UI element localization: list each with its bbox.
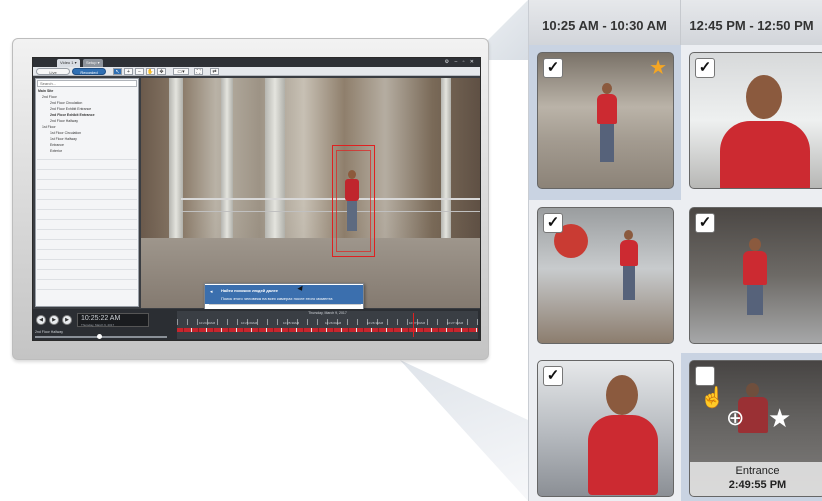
person-figure [618, 230, 640, 302]
timeline-tick: 10:26:00AM [325, 321, 342, 325]
layout-select-icon[interactable]: ▭▾ [173, 68, 189, 75]
timeline-tick: 10:24:30AM [199, 321, 216, 325]
result-thumbnail[interactable]: ☝ ⊕ ★ Entrance 2:49:55 PM [689, 360, 822, 497]
window-controls[interactable]: ⚙ – ▫ ✕ [445, 59, 476, 65]
camera-video-view[interactable] [141, 78, 480, 308]
person-figure [588, 375, 658, 495]
app-toolbar: Live Recorded ↖ + − ✋ ✥ ▭▾ ⛶ ⇄ [33, 67, 480, 76]
app-tab-bar: Video 1 ▾ Setup ▾ ⚙ – ▫ ✕ [33, 58, 480, 67]
people-forward-icon: ◂ [210, 289, 213, 295]
select-checkbox[interactable]: ✓ [695, 213, 715, 233]
current-date: Thursday, March 9, 2017 [81, 323, 115, 327]
timeline-tick: 10:27:00AM [409, 321, 426, 325]
timeline-tick: 10:27:30AM [447, 321, 464, 325]
tree-divider [37, 159, 137, 160]
ptz-tool-icon[interactable]: ✥ [157, 68, 166, 75]
step-forward-icon[interactable]: ▶ [62, 315, 72, 325]
hand-cursor-icon: ☝ [700, 387, 725, 409]
person-figure [740, 238, 770, 318]
timeline-bar: ◀ ▶ ▶ 10:25:22 AM Thursday, March 9, 201… [33, 309, 480, 340]
tree-divider [37, 229, 137, 230]
timeline-track[interactable]: Thursday, March 9, 2017 10:24:30AM 10:25… [177, 311, 478, 339]
tree-divider [37, 259, 137, 260]
person-figure [720, 75, 810, 188]
tab-setup[interactable]: Setup ▾ [83, 59, 103, 67]
thumbnail-camera-name: Entrance [735, 465, 780, 477]
menu-item-find-similar-people-after[interactable]: ◂ Найти похожих людей далее Поиск этого … [205, 285, 363, 304]
person-figure [594, 83, 620, 163]
timeline-playhead[interactable] [413, 313, 414, 337]
camera-search-input[interactable]: Search... [37, 80, 137, 87]
star-icon[interactable]: ★ [768, 403, 791, 434]
scene-railing [181, 198, 480, 212]
tree-divider [37, 239, 137, 240]
tab-label: Video 1 [60, 60, 74, 65]
tracking-box-inner [336, 150, 371, 252]
perspective-wedge-bottom [400, 360, 528, 501]
select-checkbox[interactable]: ✓ [695, 58, 715, 78]
recorded-mode-button[interactable]: Recorded [72, 68, 106, 75]
pointer-tool-icon[interactable]: ↖ [113, 68, 122, 75]
pan-tool-icon[interactable]: ✋ [146, 68, 155, 75]
result-thumbnail[interactable]: ✓ [689, 52, 822, 189]
menu-item-subtitle: Поиск этого человека на всех камерах пос… [221, 296, 333, 301]
select-checkbox[interactable]: ✓ [543, 58, 563, 78]
tree-divider [37, 279, 137, 280]
tree-divider [37, 249, 137, 250]
zoom-in-icon[interactable]: ⊕ [726, 405, 744, 431]
menu-item-title: Найти похожих людей далее [221, 288, 278, 293]
camera-tree-panel: Search... Main Site 2nd Floor 2nd Floor … [35, 78, 139, 307]
tab-label: Setup [86, 60, 97, 65]
sync-icon[interactable]: ⇄ [210, 68, 219, 75]
thumbnail-info-bar: Entrance 2:49:55 PM [690, 462, 822, 496]
result-cell-hovered[interactable]: ☝ ⊕ ★ Entrance 2:49:55 PM [681, 353, 822, 501]
zoom-out-tool-icon[interactable]: − [135, 68, 144, 75]
zoom-in-tool-icon[interactable]: + [124, 68, 133, 75]
tree-divider [37, 189, 137, 190]
result-cell[interactable]: ✓ [681, 45, 822, 200]
tree-divider [37, 169, 137, 170]
result-thumbnail[interactable]: ✓ [537, 207, 674, 344]
play-icon[interactable]: ▶ [49, 315, 59, 325]
result-thumbnail[interactable]: ✓ [689, 207, 822, 344]
timeline-camera-label: 2nd Floor Hallway [35, 330, 64, 334]
search-results-panel: 10:25 AM - 10:30 AM 12:45 PM - 12:50 PM … [528, 0, 822, 501]
tree-divider [37, 199, 137, 200]
tree-divider [37, 179, 137, 180]
tree-divider [37, 269, 137, 270]
result-cell[interactable]: ✓ ★ [529, 45, 681, 200]
perspective-wedge-top [488, 0, 528, 60]
timeline-tick: 10:25:00AM [241, 321, 258, 325]
live-mode-button[interactable]: Live [36, 68, 70, 75]
timeline-tick: 10:25:30AM [283, 321, 300, 325]
column-header-time-range-2: 12:45 PM - 12:50 PM [681, 0, 822, 45]
thumbnail-timestamp: 2:49:55 PM [728, 479, 787, 491]
current-time-display: 10:25:22 AM Thursday, March 9, 2017 [77, 313, 149, 327]
select-checkbox[interactable] [695, 366, 715, 386]
favorite-star-icon[interactable]: ★ [649, 55, 667, 80]
tree-item-camera[interactable]: Exterior [50, 148, 62, 154]
fullscreen-icon[interactable]: ⛶ [194, 68, 203, 75]
monitor-frame: Video 1 ▾ Setup ▾ ⚙ – ▫ ✕ Live Recorded … [12, 38, 489, 360]
result-thumbnail[interactable]: ✓ [537, 360, 674, 497]
vms-app-window: Video 1 ▾ Setup ▾ ⚙ – ▫ ✕ Live Recorded … [32, 57, 481, 341]
result-cell[interactable]: ✓ [529, 353, 681, 501]
tree-divider [37, 289, 137, 290]
select-checkbox[interactable]: ✓ [543, 213, 563, 233]
recording-segments [177, 328, 478, 332]
current-time: 10:25:22 AM [81, 315, 121, 322]
result-cell[interactable]: ✓ [529, 200, 681, 355]
tree-divider [37, 209, 137, 210]
timeline-tick: 10:26:30AM [367, 321, 384, 325]
timeline-date: Thursday, March 9, 2017 [308, 311, 347, 315]
tab-video-1[interactable]: Video 1 ▾ [57, 59, 80, 67]
tree-divider [37, 219, 137, 220]
result-thumbnail[interactable]: ✓ ★ [537, 52, 674, 189]
speed-slider-knob[interactable] [97, 334, 102, 339]
step-back-icon[interactable]: ◀ [36, 315, 46, 325]
column-header-time-range-1: 10:25 AM - 10:30 AM [529, 0, 681, 45]
result-cell[interactable]: ✓ [681, 200, 822, 355]
select-checkbox[interactable]: ✓ [543, 366, 563, 386]
